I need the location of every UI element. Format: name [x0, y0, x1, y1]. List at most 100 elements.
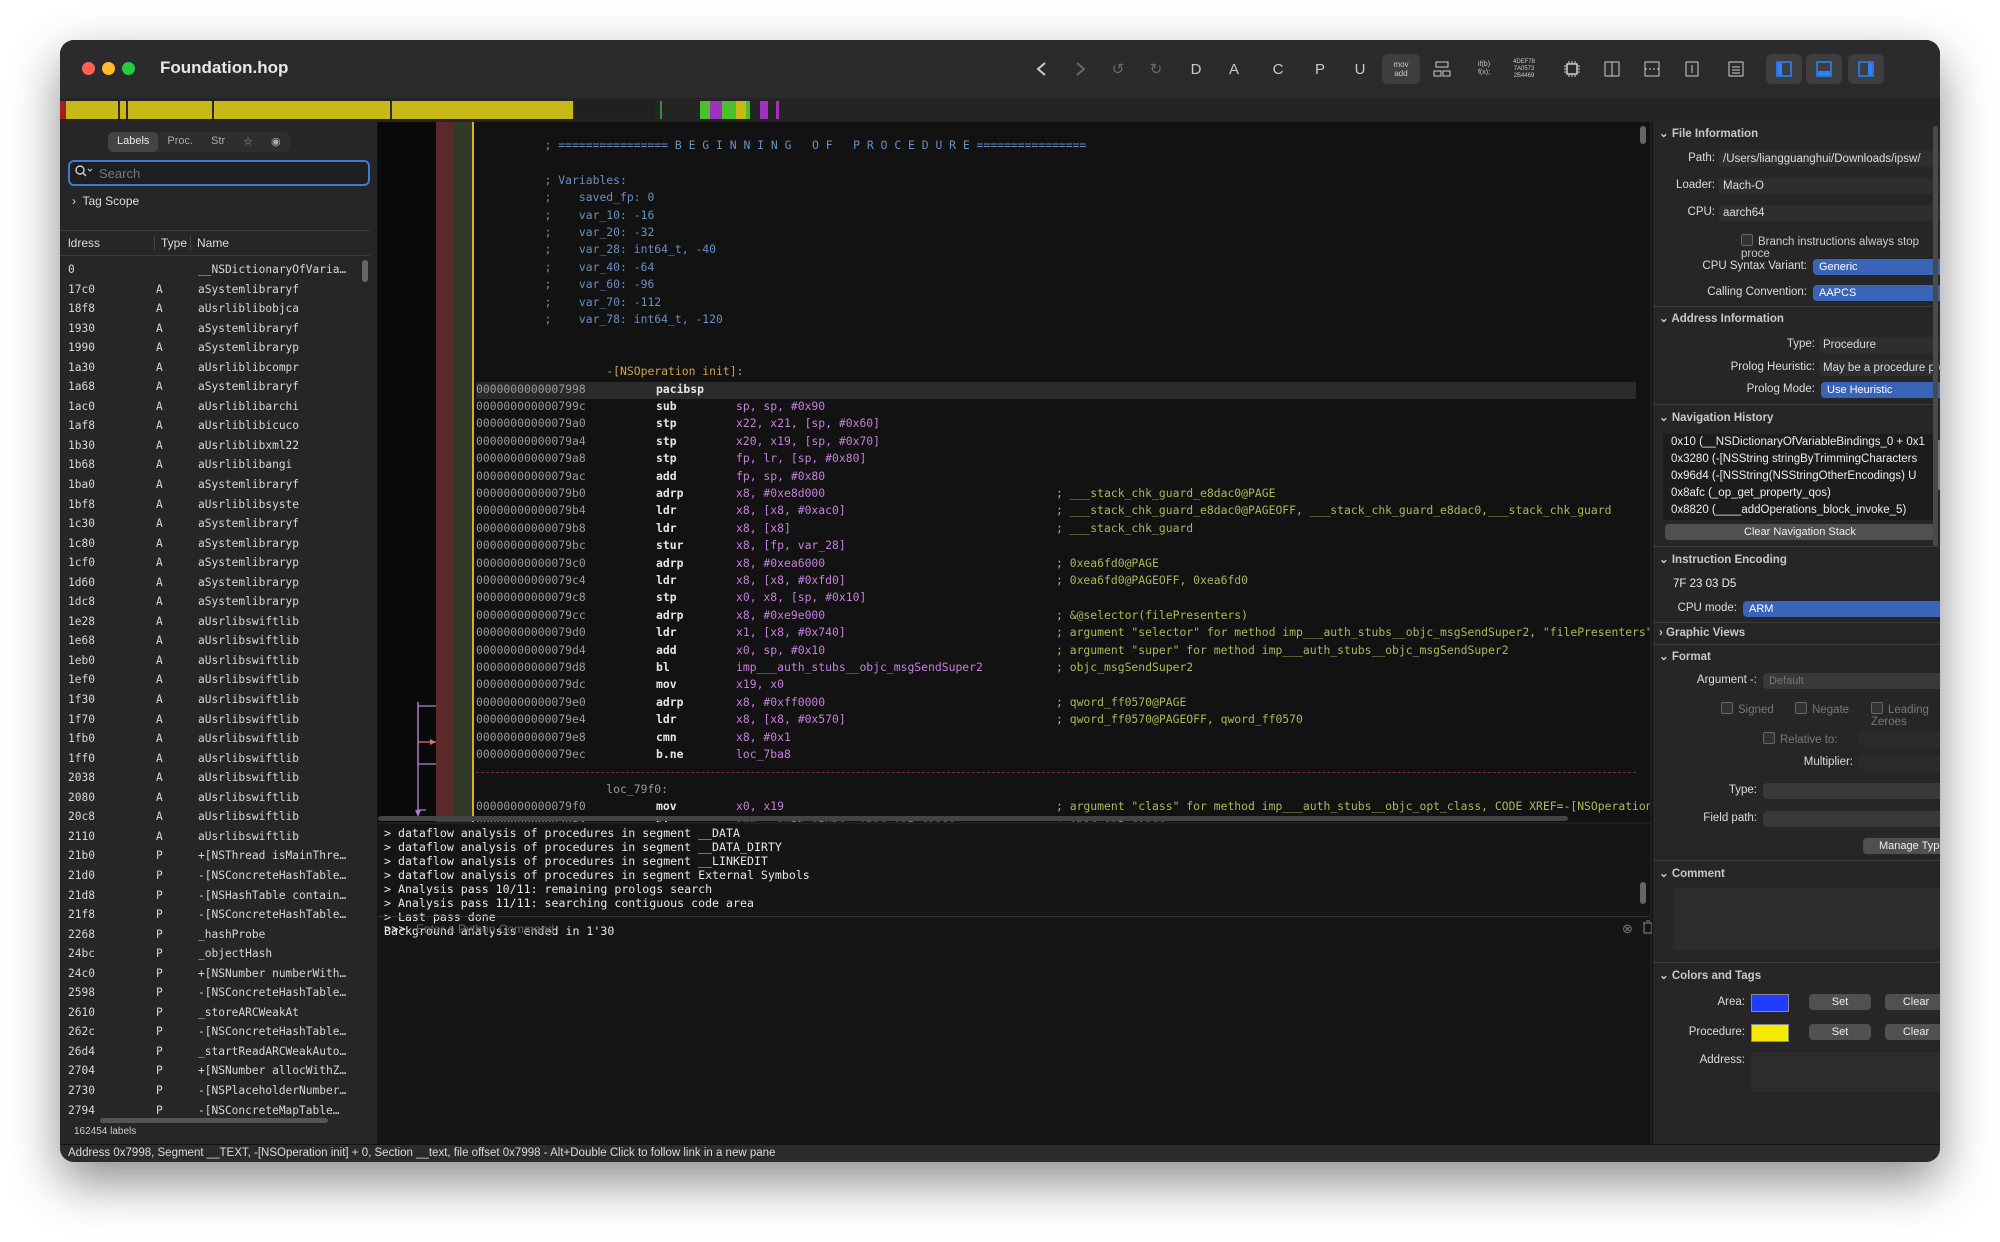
redo-icon[interactable]: ↻ [1138, 54, 1174, 84]
instruction-line[interactable]: 00000000000079cc adrp x8, #0xe9e000 ; &@sel… [476, 608, 1636, 625]
search-input[interactable] [97, 164, 351, 182]
code-horizontal-scrollbar[interactable] [378, 816, 1568, 821]
instruction-line[interactable]: 00000000000079a8 stp fp, lr, [sp, #0x80] [476, 451, 1636, 468]
instruction-line[interactable]: 00000000000079ec b.ne loc_7ba8 [476, 747, 1636, 764]
nav-history-header[interactable]: ⌄ Navigation History [1659, 410, 1773, 424]
table-row[interactable]: 17c0 AaSystemlibraryf [60, 280, 360, 300]
table-row[interactable]: 1a30 AaUsrliblibcompr [60, 358, 360, 378]
negate-checkbox[interactable]: Negate [1795, 702, 1849, 716]
table-row[interactable]: 24c0 P +[NSNumber numberWith… [60, 964, 360, 984]
nav-history-item[interactable]: 0x8820 (____addOperations_block_invoke_5… [1663, 502, 1933, 519]
instruction-line[interactable]: 0000000000007998 pacibsp [476, 381, 1636, 399]
disassembly-view[interactable]: ; ================ B E G I N N I N G O F… [378, 122, 1650, 822]
address-info-header[interactable]: ⌄ Address Information [1659, 311, 1784, 325]
table-row[interactable]: 24bc P _objectHash [60, 944, 360, 964]
toggle-bottom-pane-icon[interactable] [1806, 54, 1842, 84]
tab-labels[interactable]: Labels [108, 132, 159, 152]
area-color-swatch[interactable] [1751, 994, 1789, 1012]
table-row[interactable]: 1eb0 AaUsrlibswiftlib [60, 651, 360, 671]
close-window-icon[interactable] [82, 62, 95, 75]
instruction-line[interactable]: 00000000000079dc mov x19, x0 [476, 677, 1636, 694]
area-clear-button[interactable]: Clear [1885, 994, 1940, 1010]
table-row[interactable]: 21d0 P -[NSConcreteHashTable… [60, 866, 360, 886]
list-view-icon[interactable] [1718, 54, 1754, 84]
table-row[interactable]: 1ef0 AaUsrlibswiftlib [60, 670, 360, 690]
branch-stop-checkbox[interactable]: Branch instructions always stop proce [1741, 234, 1940, 260]
instruction-line[interactable]: 00000000000079ac add fp, sp, #0x80 [476, 469, 1636, 486]
procedure-set-button[interactable]: Set [1809, 1024, 1871, 1040]
cpu-mode-select[interactable]: ARM⇕ [1743, 601, 1940, 617]
table-row[interactable]: 1990 AaSystemlibraryp [60, 338, 360, 358]
prolog-mode-select[interactable]: Use Heuristic⇕ [1821, 382, 1940, 398]
tab-strings[interactable]: Str [202, 132, 234, 152]
table-row[interactable]: 1ba0 AaSystemlibraryf [60, 475, 360, 495]
table-row[interactable]: 1a68 AaSystemlibraryf [60, 377, 360, 397]
segment-map-bar[interactable] [60, 98, 1940, 122]
tab-bookmarks[interactable]: ☆ [234, 132, 262, 152]
tab-tags[interactable]: ◉ [262, 132, 290, 152]
btn-p[interactable]: P [1302, 54, 1338, 84]
code-scrollbar[interactable] [1640, 126, 1646, 144]
clear-navigation-button[interactable]: Clear Navigation Stack [1665, 524, 1935, 540]
procedure-clear-button[interactable]: Clear [1885, 1024, 1940, 1040]
instruction-line[interactable]: 00000000000079e4 ldr x8, [x8, #0x570] ; qwo… [476, 712, 1636, 729]
cfg-mode-icon[interactable] [1424, 54, 1460, 84]
address-tags-field[interactable] [1751, 1052, 1940, 1092]
btn-a[interactable]: A [1216, 54, 1252, 84]
instruction-line[interactable]: 00000000000079e8 cmn x8, #0x1 [476, 730, 1636, 747]
tag-scope-disclosure[interactable]: › Tag Scope [72, 194, 139, 208]
table-row[interactable]: 21d8 P -[NSHashTable contain… [60, 886, 360, 906]
table-row[interactable]: 21f8 P -[NSConcreteHashTable… [60, 905, 360, 925]
btn-d[interactable]: D [1178, 54, 1214, 84]
nav-history-list[interactable]: 0x10 (__NSDictionaryOfVariableBindings_0… [1663, 434, 1933, 520]
graphic-views-header[interactable]: › Graphic Views [1659, 627, 1745, 639]
nav-history-item[interactable]: 0x3280 (-[NSString stringByTrimmingChara… [1663, 451, 1933, 468]
python-command-input[interactable] [414, 921, 1518, 937]
col-type[interactable]: Type [154, 236, 187, 250]
table-row[interactable]: 1ff0 AaUsrlibswiftlib [60, 749, 360, 769]
undo-icon[interactable]: ↺ [1100, 54, 1136, 84]
area-set-button[interactable]: Set [1809, 994, 1871, 1010]
instruction-line[interactable]: 00000000000079c4 ldr x8, [x8, #0xfd0] ; 0xe… [476, 573, 1636, 590]
table-row[interactable]: 1cf0 AaSystemlibraryp [60, 553, 360, 573]
table-row[interactable]: 0 __NSDictionaryOfVaria… [60, 260, 360, 280]
table-row[interactable]: 18f8 AaUsrliblibobjca [60, 299, 360, 319]
document-icon[interactable] [1674, 54, 1710, 84]
split-vertical-icon[interactable] [1594, 54, 1630, 84]
split-horizontal-icon[interactable] [1634, 54, 1670, 84]
instruction-line[interactable]: 00000000000079d0 ldr x1, [x8, #0x740] ; arg… [476, 625, 1650, 642]
relative-to-checkbox[interactable]: Relative to: [1763, 732, 1838, 746]
labels-scrollbar[interactable] [362, 260, 368, 282]
table-row[interactable]: 1dc8 AaSystemlibraryp [60, 592, 360, 612]
instruction-line[interactable]: 00000000000079f0 mov x0, x19 ; argument "cl… [476, 799, 1650, 816]
signed-checkbox[interactable]: Signed [1721, 702, 1774, 716]
col-address[interactable]: ldress [68, 236, 100, 250]
table-row[interactable]: 1b30 AaUsrliblibxml22 [60, 436, 360, 456]
colors-tags-header[interactable]: ⌄ Colors and Tags [1659, 968, 1761, 982]
relative-to-field[interactable] [1859, 731, 1940, 747]
instruction-line[interactable]: 00000000000079c8 stp x0, x8, [sp, #0x10] [476, 590, 1636, 607]
argument-select[interactable]: Default⇕ [1763, 673, 1940, 689]
table-row[interactable]: 1ac0 AaUsrliblibarchi [60, 397, 360, 417]
instruction-line[interactable]: 00000000000079d4 add x0, sp, #0x10 ; argume… [476, 643, 1636, 660]
table-row[interactable]: 1fb0 AaUsrlibswiftlib [60, 729, 360, 749]
table-row[interactable]: 1930 AaSystemlibraryf [60, 319, 360, 339]
table-row[interactable]: 2038 AaUsrlibswiftlib [60, 768, 360, 788]
table-row[interactable]: 1bf8 AaUsrliblibsyste [60, 495, 360, 515]
instr-encoding-header[interactable]: ⌄ Instruction Encoding [1659, 552, 1787, 566]
convention-select[interactable]: AAPCS⇕ [1813, 285, 1940, 301]
multiplier-field[interactable] [1859, 755, 1940, 771]
clear-input-icon[interactable]: ⊗ [1622, 921, 1633, 937]
table-row[interactable]: 2704 P +[NSNumber allocWithZ… [60, 1061, 360, 1081]
manage-types-button[interactable]: Manage Types [1863, 838, 1940, 854]
procedure-color-swatch[interactable] [1751, 1024, 1789, 1042]
field-path-select[interactable]: ⇕ [1763, 811, 1940, 827]
table-row[interactable]: 2610 P _storeARCWeakAt [60, 1003, 360, 1023]
forward-icon[interactable] [1062, 54, 1098, 84]
table-row[interactable]: 262c P -[NSConcreteHashTable… [60, 1022, 360, 1042]
type-select[interactable]: ⇕ [1763, 783, 1940, 799]
search-icon[interactable] [75, 164, 93, 182]
table-row[interactable]: 1f30 AaUsrlibswiftlib [60, 690, 360, 710]
comment-textarea[interactable] [1673, 888, 1940, 950]
instruction-line[interactable]: 00000000000079bc stur x8, [fp, var_28] [476, 538, 1636, 555]
